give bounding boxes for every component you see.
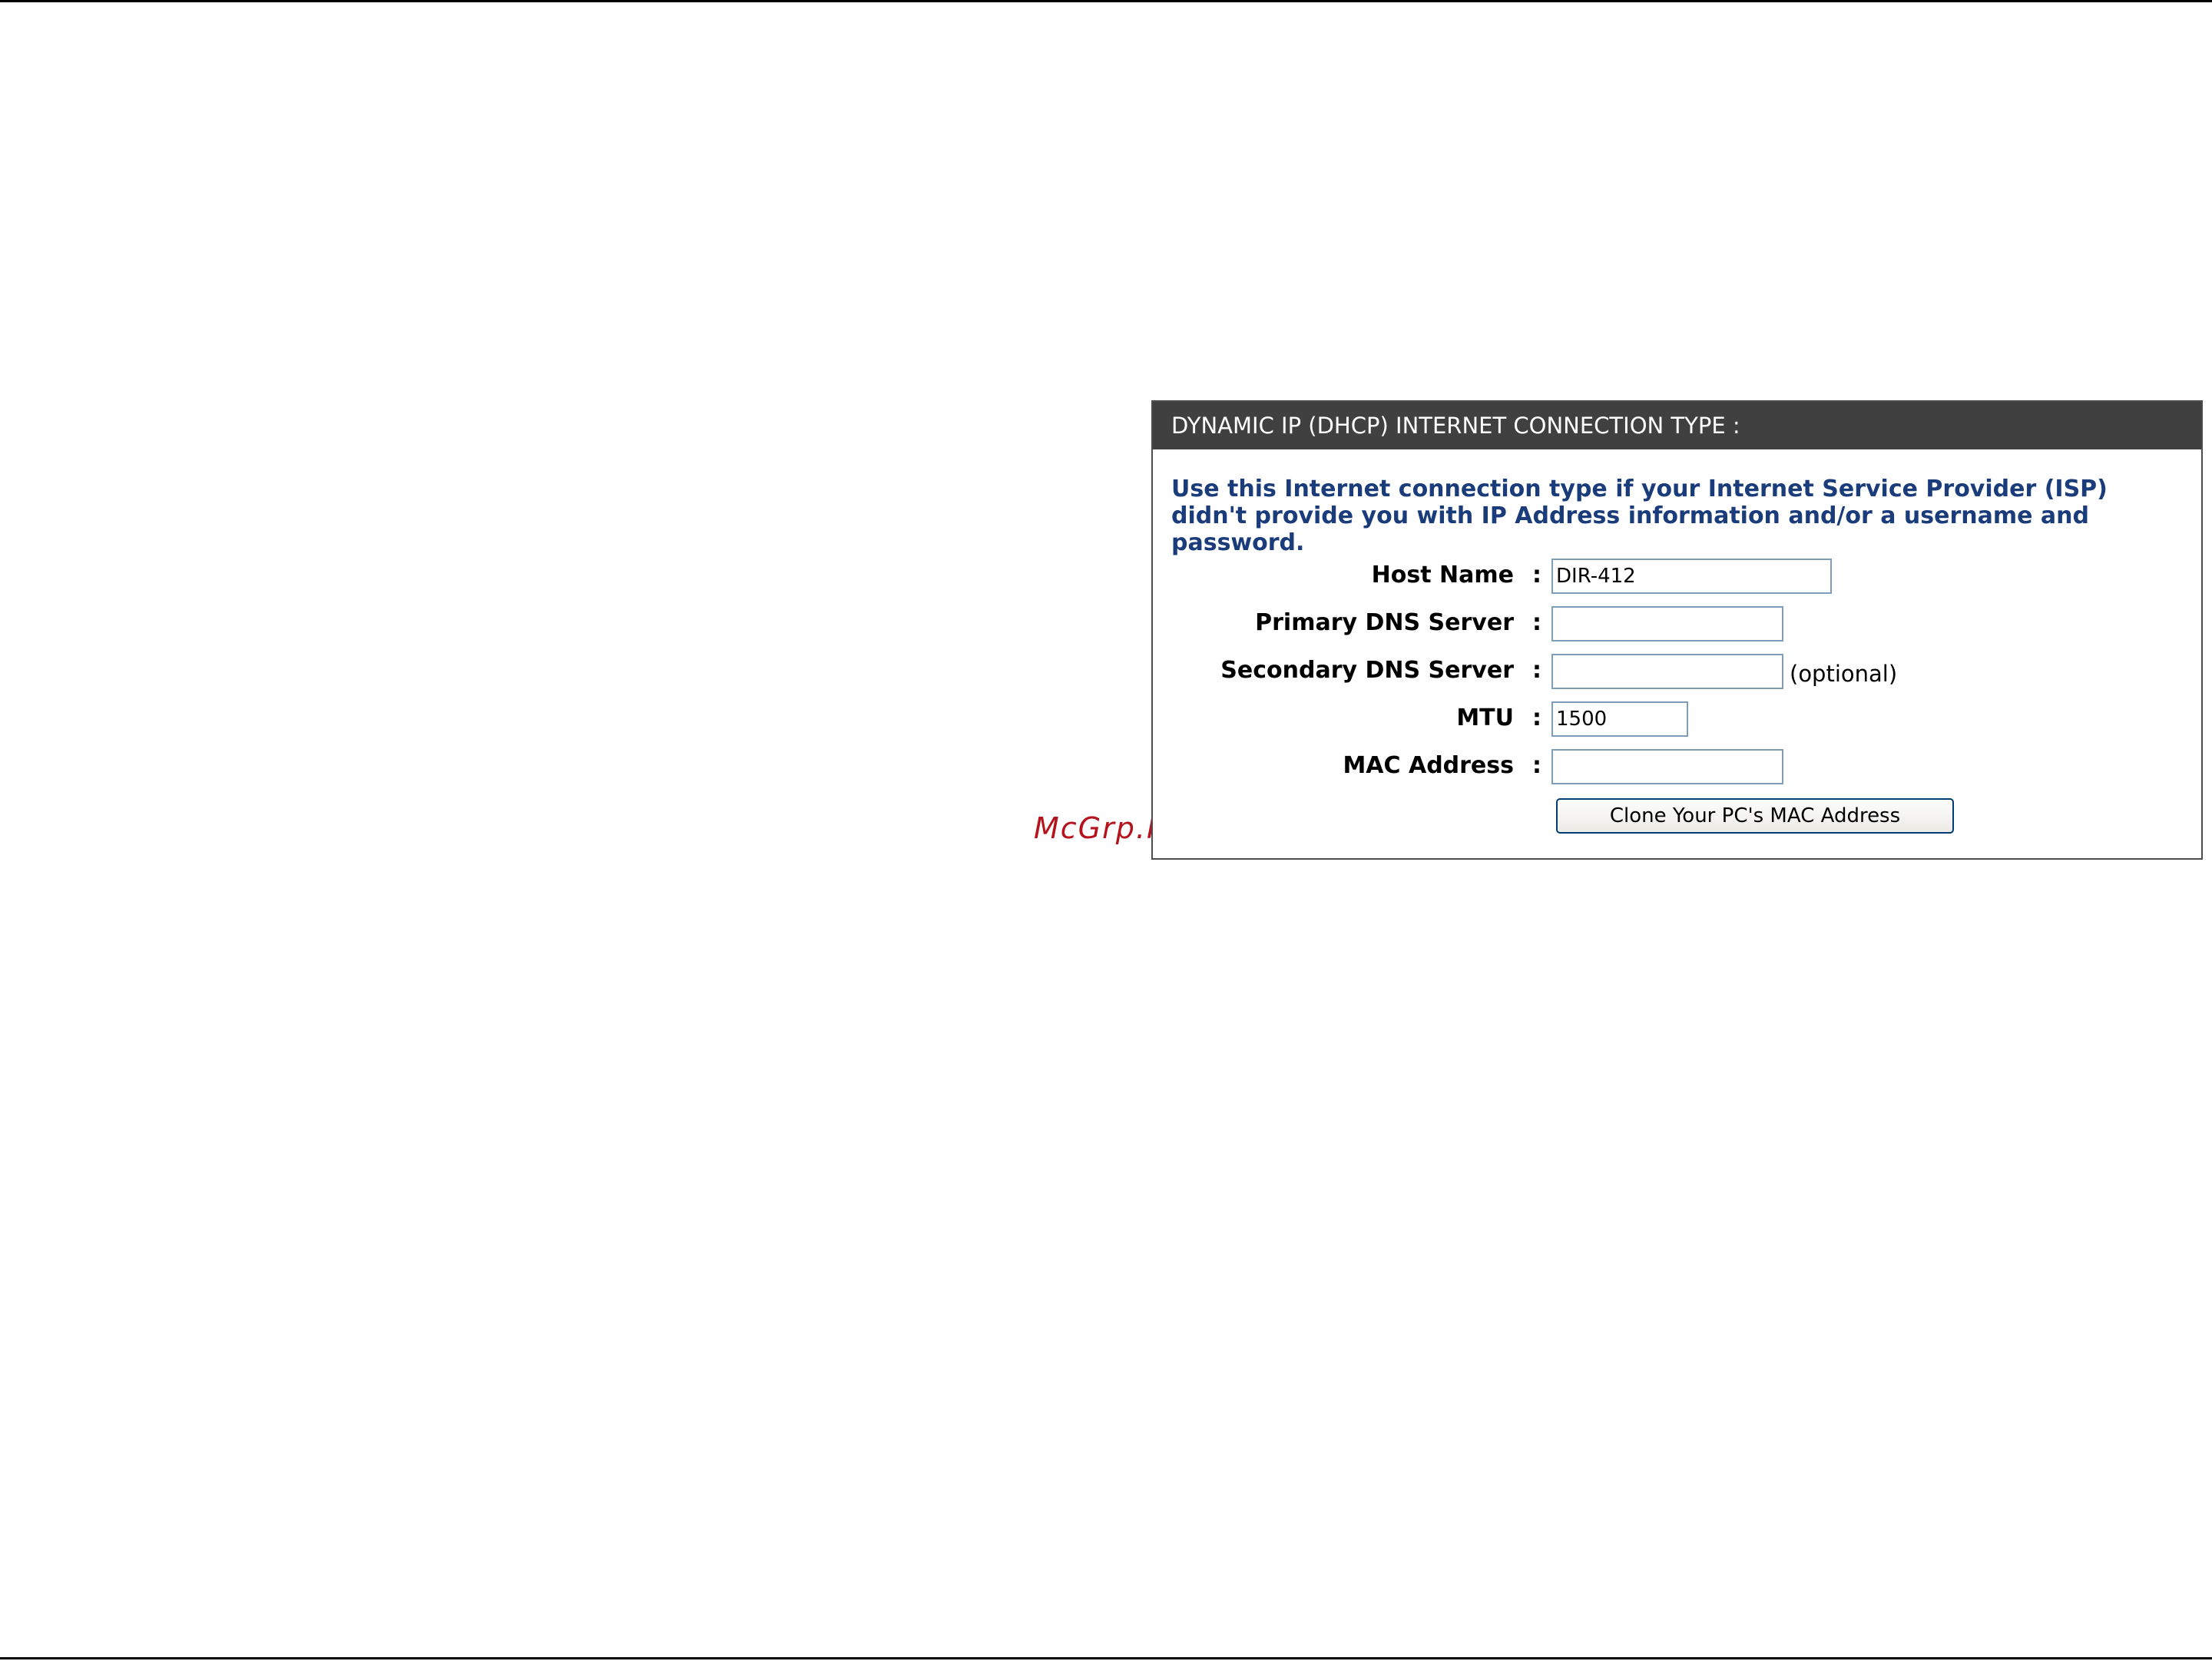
panel-header: DYNAMIC IP (DHCP) INTERNET CONNECTION TY… — [1153, 402, 2201, 449]
secondary-dns-input[interactable] — [1551, 654, 1783, 689]
host-name-row: Host Name : — [1153, 559, 2197, 595]
host-name-input[interactable] — [1551, 559, 1832, 594]
primary-dns-row: Primary DNS Server : — [1153, 606, 2197, 643]
mac-address-input[interactable] — [1551, 749, 1783, 784]
secondary-dns-colon: : — [1532, 657, 1541, 684]
mtu-label-col: MTU : — [1153, 701, 1545, 738]
host-name-colon: : — [1532, 562, 1541, 588]
bottom-rule — [0, 1657, 2212, 1659]
mac-address-colon: : — [1532, 752, 1541, 779]
primary-dns-input[interactable] — [1551, 606, 1783, 642]
host-name-label: Host Name — [1371, 562, 1514, 588]
clone-mac-button[interactable]: Clone Your PC's MAC Address — [1556, 798, 1954, 834]
mac-address-row: MAC Address : — [1153, 749, 2197, 786]
mtu-row: MTU : — [1153, 701, 2197, 738]
mac-address-label: MAC Address — [1343, 752, 1514, 779]
mtu-label: MTU — [1456, 705, 1514, 731]
dhcp-connection-panel: DYNAMIC IP (DHCP) INTERNET CONNECTION TY… — [1151, 400, 2203, 860]
secondary-dns-row: Secondary DNS Server : (optional) — [1153, 654, 2197, 691]
secondary-dns-label: Secondary DNS Server — [1220, 657, 1514, 684]
primary-dns-label: Primary DNS Server — [1255, 609, 1514, 636]
host-name-label-col: Host Name : — [1153, 559, 1545, 595]
top-rule — [0, 0, 2212, 2]
panel-description: Use this Internet connection type if you… — [1171, 476, 2108, 556]
mtu-colon: : — [1532, 705, 1541, 731]
mac-address-label-col: MAC Address : — [1153, 749, 1545, 786]
secondary-dns-label-col: Secondary DNS Server : — [1153, 654, 1545, 691]
optional-note: (optional) — [1790, 661, 1898, 687]
primary-dns-label-col: Primary DNS Server : — [1153, 606, 1545, 643]
mtu-input[interactable] — [1551, 701, 1688, 737]
primary-dns-colon: : — [1532, 609, 1541, 636]
